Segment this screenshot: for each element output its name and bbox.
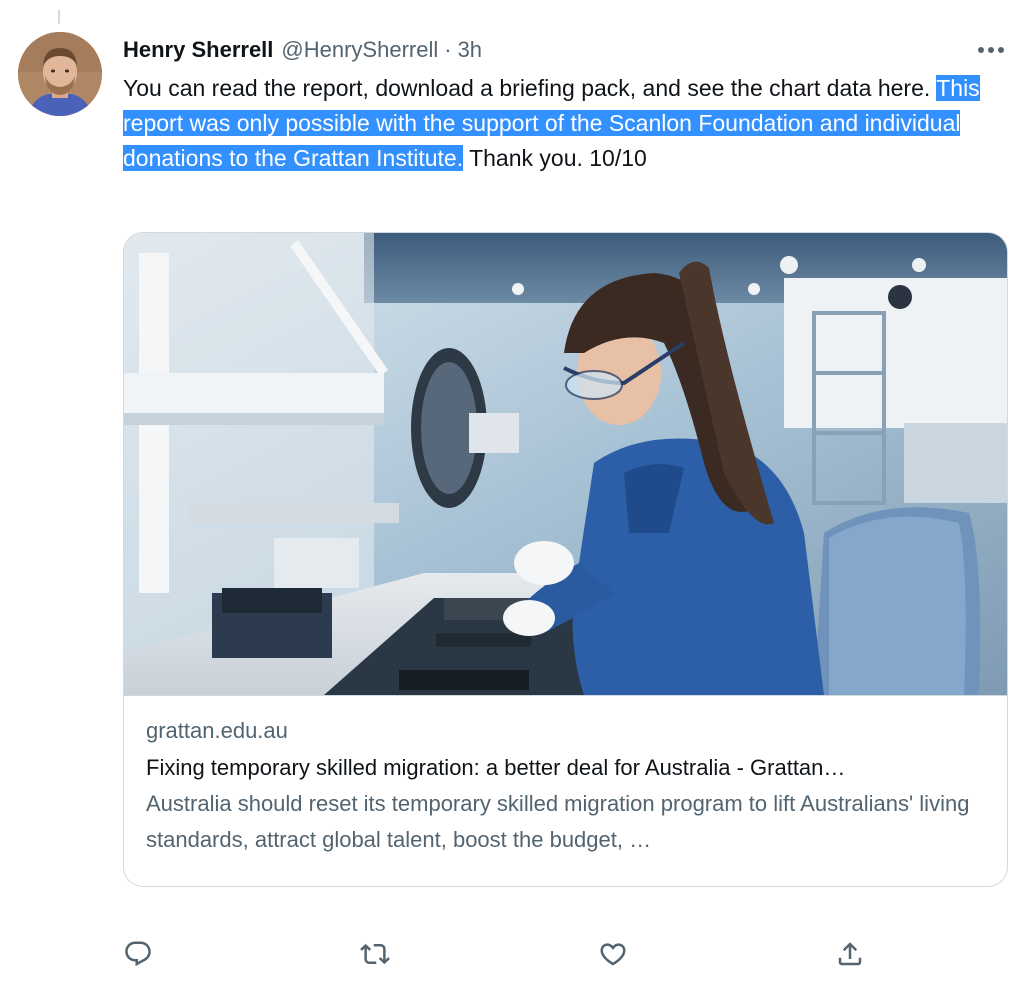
tweet-text-part1: You can read the report, download a brie… xyxy=(123,75,937,101)
tweet-timestamp[interactable]: 3h xyxy=(458,37,482,63)
tweet-header: Henry Sherrell @HenrySherrell · 3h xyxy=(123,30,1008,70)
reply-button[interactable] xyxy=(118,932,158,976)
like-button[interactable] xyxy=(593,932,633,976)
avatar-photo xyxy=(18,32,102,116)
retweet-button[interactable] xyxy=(355,932,395,976)
reply-icon xyxy=(125,941,151,967)
more-dots-icon xyxy=(978,47,1004,53)
link-preview-card[interactable]: grattan.edu.au Fixing temporary skilled … xyxy=(123,232,1008,887)
share-icon xyxy=(838,942,862,966)
more-options-button[interactable] xyxy=(974,38,1008,62)
share-button[interactable] xyxy=(830,932,870,976)
card-title: Fixing temporary skilled migration: a be… xyxy=(146,755,846,780)
card-body: grattan.edu.au Fixing temporary skilled … xyxy=(124,696,1007,858)
thread-connector-line xyxy=(58,10,60,24)
tweet-content: Henry Sherrell @HenrySherrell · 3h You c… xyxy=(123,30,1008,967)
avatar[interactable] xyxy=(18,32,102,116)
author-handle[interactable]: @HenrySherrell xyxy=(281,37,438,63)
factory-technician-photo xyxy=(124,233,1007,696)
card-description: Australia should reset its temporary ski… xyxy=(146,791,970,852)
tweet-text: You can read the report, download a brie… xyxy=(123,71,998,176)
card-domain: grattan.edu.au xyxy=(146,718,288,743)
heart-icon xyxy=(600,943,626,966)
author-name[interactable]: Henry Sherrell xyxy=(123,37,273,63)
separator-dot: · xyxy=(444,37,452,62)
tweet-text-part2: Thank you. 10/10 xyxy=(463,145,647,171)
tweet-actions xyxy=(123,932,883,982)
retweet-icon xyxy=(360,943,390,965)
